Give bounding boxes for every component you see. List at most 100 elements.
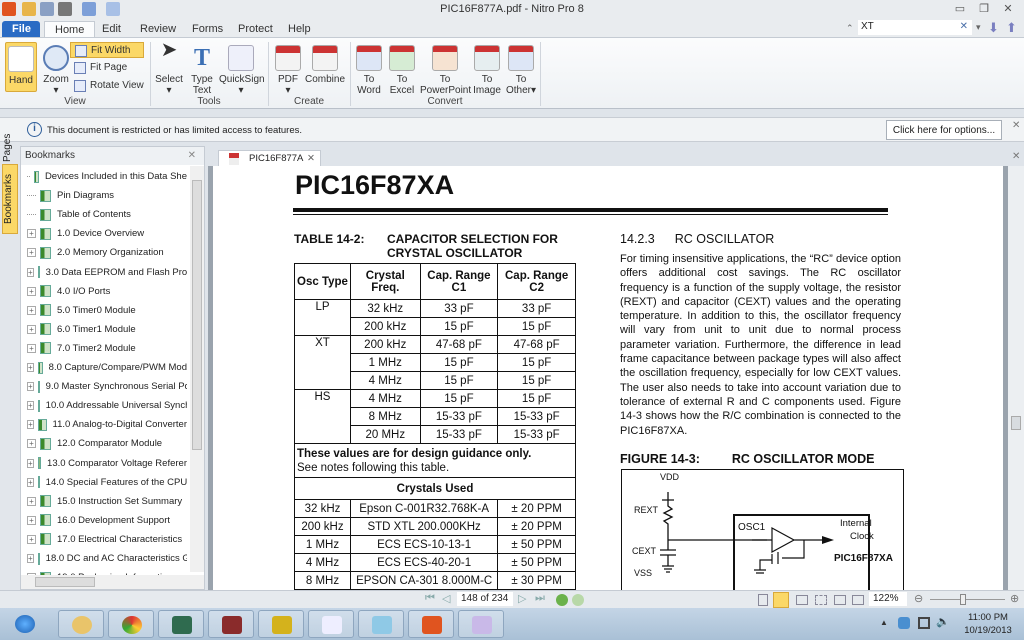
rotate-view-button[interactable]: Rotate View (70, 78, 148, 94)
taskbar-chrome-button[interactable] (108, 610, 154, 638)
tab-protect[interactable]: Protect (228, 21, 283, 38)
bookmark-item[interactable]: +9.0 Master Synchronous Serial Po (27, 377, 187, 396)
search-input[interactable]: XT ✕ (858, 20, 972, 35)
dropbox-tray-icon[interactable] (898, 617, 910, 629)
first-page-icon[interactable]: ⏮ (425, 592, 435, 605)
close-tab-icon[interactable]: ✕ (307, 153, 315, 164)
document-tab[interactable]: PIC16F877A ✕ (218, 150, 321, 166)
volume-tray-icon[interactable]: 🔈 (936, 615, 950, 628)
minimize-button[interactable]: ▭ (950, 2, 970, 16)
bookmark-item[interactable]: Pin Diagrams (27, 186, 187, 205)
clear-search-icon[interactable]: ✕ (960, 21, 968, 32)
bookmark-item[interactable]: +5.0 Timer0 Module (27, 301, 187, 320)
options-button[interactable]: Click here for options... (886, 120, 1002, 140)
forward-icon[interactable] (572, 594, 584, 606)
to-excel-button[interactable]: To Excel (387, 45, 417, 96)
tab-review[interactable]: Review (130, 21, 186, 38)
search-previous-icon[interactable]: ⬆ (1006, 20, 1017, 36)
expand-icon[interactable]: + (27, 534, 36, 544)
tab-help[interactable]: Help (278, 21, 321, 38)
facing-pages-icon[interactable] (796, 595, 808, 605)
bookmark-item[interactable]: Table of Contents (27, 205, 187, 224)
bookmark-item[interactable]: +4.0 I/O Ports (27, 282, 187, 301)
bookmark-item[interactable]: +3.0 Data EEPROM and Flash Prog (27, 263, 187, 282)
expand-icon[interactable]: + (27, 554, 34, 563)
pages-tab[interactable]: Pages (2, 134, 18, 162)
bookmark-item[interactable]: +1.0 Device Overview (27, 224, 187, 243)
cover-page-icon[interactable] (834, 595, 846, 605)
zoom-out-icon[interactable]: ⊖ (914, 592, 923, 605)
expand-icon[interactable]: + (27, 343, 36, 353)
zoom-slider[interactable] (930, 599, 1005, 600)
bookmark-item[interactable]: +8.0 Capture/Compare/PWM Mod (27, 358, 187, 377)
to-word-button[interactable]: To Word (354, 45, 384, 96)
zoom-slider-thumb[interactable] (960, 594, 966, 605)
continuous-page-icon[interactable] (773, 592, 789, 608)
expand-icon[interactable]: + (27, 439, 36, 449)
single-page-icon[interactable] (758, 594, 768, 606)
expand-icon[interactable]: + (27, 401, 34, 411)
search-dropdown-icon[interactable]: ▾ (976, 22, 981, 33)
previous-page-icon[interactable]: ◁ (442, 592, 450, 605)
hand-button[interactable]: Hand (5, 42, 37, 92)
network-tray-icon[interactable] (918, 617, 930, 629)
continuous-facing-icon[interactable] (815, 595, 827, 605)
expand-icon[interactable]: + (27, 496, 36, 506)
bookmark-item[interactable]: +7.0 Timer2 Module (27, 339, 187, 358)
zoom-button[interactable]: Zoom ▾ (40, 45, 72, 96)
bookmark-item[interactable]: +17.0 Electrical Characteristics (27, 530, 187, 549)
quicksign-button[interactable]: QuickSign ▾ (219, 45, 265, 96)
taskbar-circuit-app-button[interactable] (208, 610, 254, 638)
expand-icon[interactable]: + (27, 324, 36, 334)
taskbar-nitro-pro-button[interactable] (408, 610, 454, 638)
expand-icon[interactable]: + (27, 363, 34, 372)
expand-icon[interactable]: + (27, 382, 34, 392)
taskbar-labview-button[interactable] (258, 610, 304, 638)
to-image-button[interactable]: To Image (472, 45, 502, 96)
taskbar-paint-button[interactable] (458, 610, 504, 638)
search-next-icon[interactable]: ⬇ (988, 20, 999, 36)
tab-file[interactable]: File (2, 21, 40, 38)
select-button[interactable]: ➤ Select ▾ (154, 40, 184, 96)
system-clock[interactable]: 11:00 PM 10/19/2013 (958, 611, 1018, 637)
bookmark-item[interactable]: +12.0 Comparator Module (27, 434, 187, 453)
bookmark-item[interactable]: +2.0 Memory Organization (27, 243, 187, 262)
zoom-in-icon[interactable]: ⊕ (1010, 592, 1019, 605)
close-document-icon[interactable]: ✕ (1012, 151, 1020, 162)
expand-icon[interactable]: + (27, 305, 36, 315)
type-text-button[interactable]: T Type Text (188, 45, 216, 96)
close-infobar-icon[interactable]: ✕ (1012, 120, 1020, 131)
to-other-button[interactable]: To Other▾ (504, 45, 538, 96)
bookmark-item[interactable]: +18.0 DC and AC Characteristics G (27, 549, 187, 568)
bookmark-item[interactable]: +14.0 Special Features of the CPU (27, 473, 187, 492)
expand-icon[interactable]: + (27, 267, 34, 277)
zoom-level-input[interactable]: 122% (869, 592, 907, 606)
bookmarks-tab[interactable]: Bookmarks (2, 164, 18, 234)
close-button[interactable]: ✕ (998, 2, 1018, 16)
next-page-icon[interactable]: ▷ (518, 592, 526, 605)
taskbar-start-button[interactable] (2, 610, 48, 638)
fit-page-button[interactable]: Fit Page (70, 60, 131, 76)
bookmark-item[interactable]: +16.0 Development Support (27, 511, 187, 530)
expand-icon[interactable]: + (27, 477, 34, 487)
bookmark-item[interactable]: +19.0 Packaging Information (27, 568, 187, 575)
back-icon[interactable] (556, 594, 568, 606)
expand-icon[interactable]: + (27, 229, 36, 239)
taskbar-notepad-button[interactable] (358, 610, 404, 638)
taskbar-pcb-app-button[interactable] (158, 610, 204, 638)
bookmark-item[interactable]: +11.0 Analog-to-Digital Converter (27, 415, 187, 434)
expand-icon[interactable]: + (27, 458, 34, 468)
expand-icon[interactable]: + (27, 286, 36, 296)
expand-icon[interactable]: + (27, 420, 35, 430)
create-pdf-button[interactable]: PDF ▾ (274, 45, 302, 96)
taskbar-explorer-button[interactable] (58, 610, 104, 638)
bookmark-item[interactable]: +10.0 Addressable Universal Synch (27, 396, 187, 415)
bookmark-item[interactable]: +13.0 Comparator Voltage Referer (27, 454, 187, 473)
fit-width-button[interactable]: Fit Width (70, 42, 144, 58)
restore-button[interactable]: ❐ (974, 2, 994, 16)
close-bookmarks-icon[interactable]: ✕ (188, 150, 196, 161)
show-hidden-icons[interactable]: ▲ (880, 618, 888, 627)
taskbar-document-app-button[interactable] (308, 610, 354, 638)
page-number-input[interactable]: 148 of 234 (457, 592, 513, 606)
tab-home[interactable]: Home (44, 21, 96, 38)
